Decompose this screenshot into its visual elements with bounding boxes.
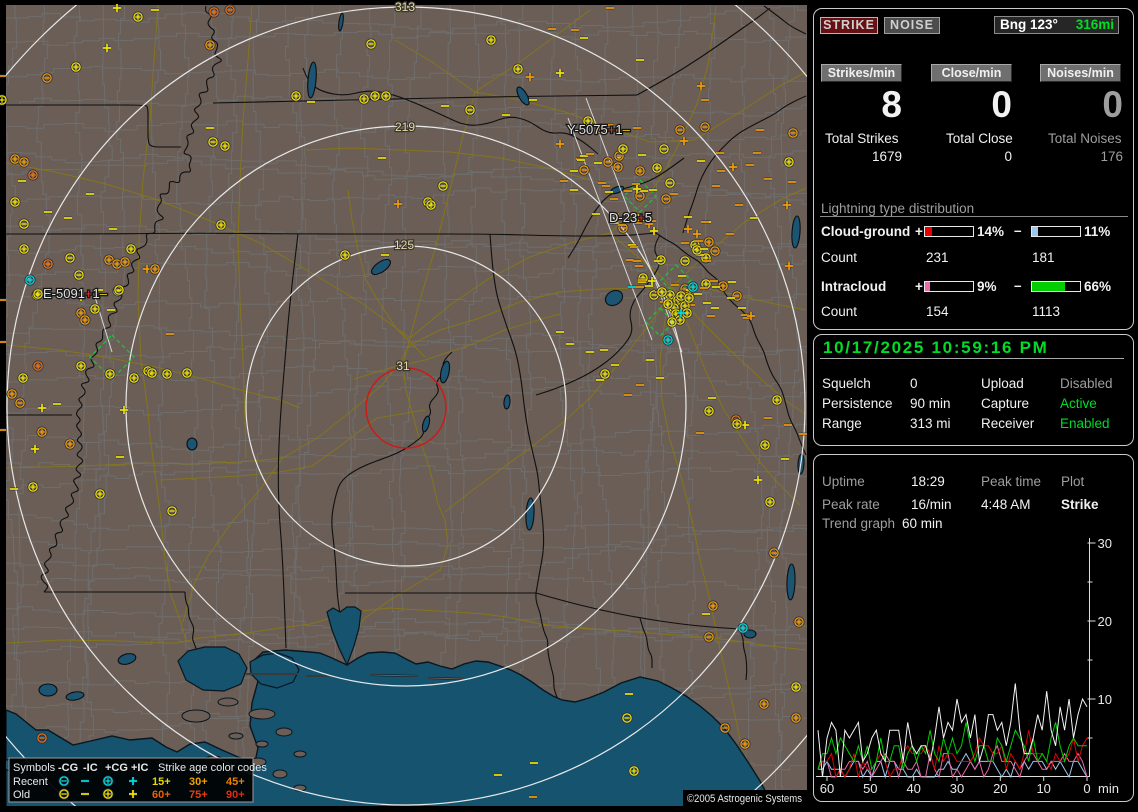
svg-text:20: 20 [1098,614,1112,629]
svg-text:10: 10 [1098,692,1112,707]
svg-text:10: 10 [1036,781,1050,796]
svg-text:0: 0 [1083,781,1090,796]
svg-text:50: 50 [863,781,877,796]
svg-text:min: min [1098,781,1119,796]
svg-text:40: 40 [906,781,920,796]
svg-text:60: 60 [820,781,834,796]
svg-text:30: 30 [1098,536,1112,551]
svg-text:30: 30 [950,781,964,796]
svg-text:20: 20 [993,781,1007,796]
